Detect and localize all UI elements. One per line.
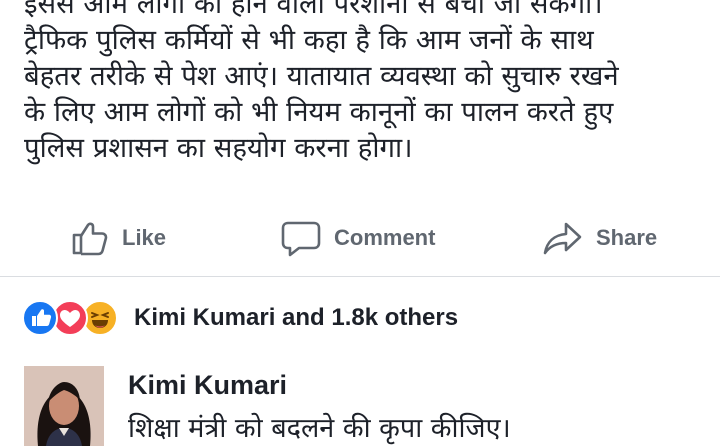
like-label: Like (122, 225, 167, 250)
comment-text: शिक्षा मंत्री को बदलने की कृपा कीजिए। (128, 413, 511, 444)
post-text-line: ट्रैफिक पुलिस कर्मियों से भी कहा है कि आ… (24, 24, 594, 56)
comment-bubble-icon (280, 218, 322, 258)
share-arrow-icon (542, 218, 584, 258)
comment-button[interactable]: Comment (280, 212, 435, 264)
reactions-summary[interactable]: Kimi Kumari and 1.8k others (22, 300, 458, 336)
comment-label: Comment (334, 225, 436, 250)
share-label: Share (596, 225, 658, 250)
post-text-line: इससे आम लोगों को होने वाली परेशानी से बच… (24, 0, 603, 20)
post-text-line: बेहतर तरीके से पेश आएं। यातायात व्यवस्था… (24, 60, 619, 92)
post-text: इससे आम लोगों को होने वाली परेशानी से बच… (24, 0, 714, 166)
post-text-line: के लिए आम लोगों को भी नियम कानूनों का पा… (24, 96, 614, 128)
share-button[interactable]: Share (542, 212, 657, 264)
comment-item: Kimi Kumari शिक्षा मंत्री को बदलने की कृ… (24, 366, 714, 446)
like-reaction-icon (22, 300, 58, 336)
post-text-line: पुलिस प्रशासन का सहयोग करना होगा। (24, 132, 413, 164)
comment-author[interactable]: Kimi Kumari (128, 370, 287, 401)
like-button[interactable]: Like (70, 212, 166, 264)
section-divider (0, 276, 720, 277)
avatar[interactable] (24, 366, 104, 446)
thumbs-up-icon (70, 218, 110, 258)
reactions-count-text[interactable]: Kimi Kumari and 1.8k others (134, 304, 458, 332)
post-action-bar: Like Comment Share (0, 212, 720, 264)
